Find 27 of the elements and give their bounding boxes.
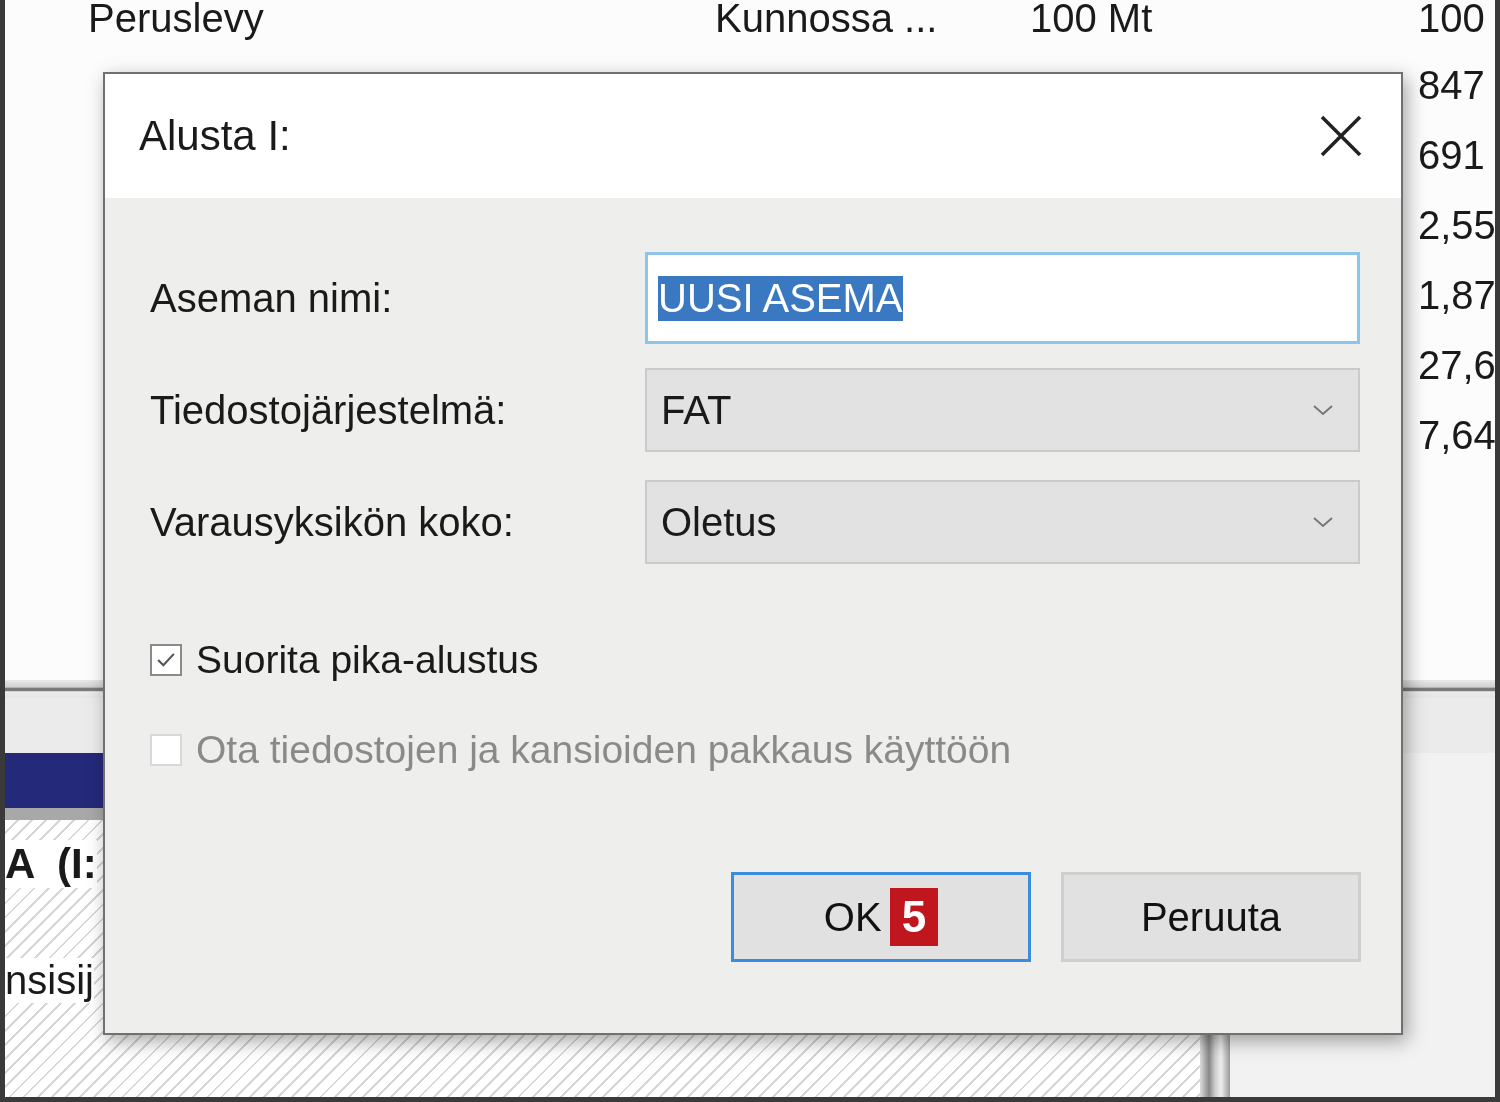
cancel-button[interactable]: Peruuta [1061, 872, 1361, 962]
table-cell: 1,87 [1418, 272, 1496, 318]
checkbox-label: Ota tiedostojen ja kansioiden pakkaus käyttöön [196, 728, 1012, 772]
table-cell: 2,55 [1418, 202, 1496, 248]
table-cell-text: 847 [1418, 62, 1486, 108]
checkbox-label: Suorita pika-alustus [196, 638, 539, 682]
volume-label: A (I: [5, 840, 97, 888]
table-cell-text: 691 [1418, 132, 1486, 178]
dropdown[interactable]: FAT [645, 368, 1360, 452]
table-cell-text: Kunnossa ... [715, 0, 939, 36]
dropdown[interactable]: Oletus [645, 480, 1360, 564]
field-label: Aseman nimi: [150, 275, 394, 321]
dialog-title: Alusta I: [139, 112, 291, 160]
chevron-down-icon [1312, 515, 1334, 529]
ok-button[interactable]: OK 5 [731, 872, 1031, 962]
close-icon[interactable] [1319, 114, 1363, 158]
table-cell-text: 100 Mt [1030, 0, 1154, 36]
step-badge: 5 [889, 888, 939, 946]
field-label: Varausyksikön koko: [150, 499, 515, 545]
table-cell: 7,64 [1418, 412, 1496, 458]
table-cell-text: 100 [1418, 0, 1486, 36]
chevron-down-icon [1312, 403, 1334, 417]
name-input-field[interactable]: UUSI ASEMA [645, 252, 1360, 344]
field-label: Tiedostojärjestelmä: [150, 387, 508, 433]
table-cell: 27,6 [1418, 342, 1496, 388]
checkbox[interactable] [150, 644, 182, 676]
volume-text: nsisij [5, 958, 94, 1003]
